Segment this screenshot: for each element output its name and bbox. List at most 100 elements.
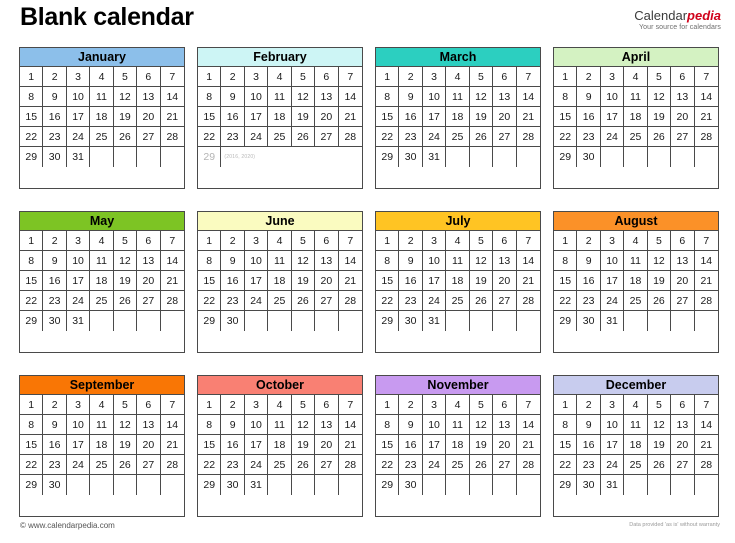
- day-cell[interactable]: 2: [43, 67, 67, 87]
- day-cell[interactable]: 5: [291, 395, 316, 415]
- day-cell[interactable]: 15: [554, 271, 578, 291]
- day-cell[interactable]: 16: [221, 435, 245, 455]
- day-cell[interactable]: 11: [268, 251, 292, 271]
- day-cell[interactable]: 25: [624, 127, 648, 147]
- day-cell[interactable]: 11: [624, 251, 648, 271]
- day-cell[interactable]: 7: [516, 67, 540, 87]
- day-cell[interactable]: 18: [90, 271, 114, 291]
- day-cell[interactable]: 23: [221, 127, 245, 147]
- day-cell[interactable]: 18: [624, 107, 648, 127]
- day-cell[interactable]: 19: [291, 271, 316, 291]
- day-cell[interactable]: 8: [20, 415, 44, 435]
- day-cell[interactable]: 2: [577, 67, 601, 87]
- day-cell[interactable]: 17: [66, 107, 91, 127]
- day-cell[interactable]: 19: [469, 271, 494, 291]
- day-cell[interactable]: 15: [198, 107, 222, 127]
- day-cell[interactable]: 6: [137, 395, 161, 415]
- day-cell[interactable]: 10: [244, 251, 269, 271]
- day-cell[interactable]: 20: [137, 435, 161, 455]
- day-cell[interactable]: 18: [624, 271, 648, 291]
- day-cell[interactable]: 26: [469, 455, 494, 475]
- day-cell[interactable]: 10: [244, 87, 269, 107]
- day-cell[interactable]: 8: [376, 87, 400, 107]
- day-cell[interactable]: 25: [446, 127, 470, 147]
- day-cell[interactable]: 7: [338, 395, 362, 415]
- day-cell[interactable]: 8: [376, 415, 400, 435]
- day-cell[interactable]: 27: [493, 455, 517, 475]
- day-cell[interactable]: 18: [446, 435, 470, 455]
- day-cell[interactable]: 8: [198, 87, 222, 107]
- day-cell[interactable]: 26: [469, 291, 494, 311]
- day-cell[interactable]: 27: [493, 127, 517, 147]
- day-cell[interactable]: 23: [43, 291, 67, 311]
- day-cell[interactable]: 15: [198, 435, 222, 455]
- day-cell[interactable]: 4: [446, 395, 470, 415]
- day-cell[interactable]: 28: [338, 455, 362, 475]
- day-cell[interactable]: 9: [399, 415, 423, 435]
- day-cell[interactable]: 1: [376, 395, 400, 415]
- day-cell[interactable]: 14: [160, 415, 184, 435]
- day-cell[interactable]: 10: [422, 415, 447, 435]
- day-cell[interactable]: 17: [422, 107, 447, 127]
- day-cell[interactable]: 1: [376, 231, 400, 251]
- day-cell[interactable]: 9: [221, 415, 245, 435]
- day-cell[interactable]: 30: [43, 311, 67, 331]
- day-cell[interactable]: 13: [137, 415, 161, 435]
- day-cell[interactable]: 14: [694, 87, 718, 107]
- day-cell[interactable]: 1: [20, 395, 44, 415]
- day-cell[interactable]: 30: [43, 147, 67, 167]
- day-cell[interactable]: 25: [268, 455, 292, 475]
- day-cell[interactable]: 11: [624, 415, 648, 435]
- day-cell[interactable]: 16: [399, 271, 423, 291]
- day-cell[interactable]: 18: [446, 107, 470, 127]
- day-cell[interactable]: 9: [577, 251, 601, 271]
- day-cell[interactable]: 5: [469, 67, 494, 87]
- day-cell[interactable]: 3: [600, 395, 625, 415]
- day-cell[interactable]: 9: [43, 251, 67, 271]
- day-cell[interactable]: 11: [446, 415, 470, 435]
- day-cell[interactable]: 12: [113, 251, 138, 271]
- day-cell[interactable]: 6: [315, 395, 339, 415]
- day-cell[interactable]: 29: [376, 311, 400, 331]
- day-cell[interactable]: 11: [268, 415, 292, 435]
- day-cell[interactable]: 3: [244, 231, 269, 251]
- day-cell[interactable]: 21: [516, 435, 540, 455]
- day-cell[interactable]: 2: [399, 67, 423, 87]
- day-cell[interactable]: 8: [554, 87, 578, 107]
- day-cell[interactable]: 20: [671, 271, 695, 291]
- day-cell[interactable]: 16: [43, 107, 67, 127]
- day-cell[interactable]: 20: [493, 271, 517, 291]
- day-cell[interactable]: 15: [376, 107, 400, 127]
- day-cell[interactable]: 16: [577, 435, 601, 455]
- day-cell[interactable]: 20: [137, 271, 161, 291]
- day-cell[interactable]: 25: [90, 455, 114, 475]
- day-cell[interactable]: 20: [671, 107, 695, 127]
- day-cell[interactable]: 12: [469, 251, 494, 271]
- day-cell[interactable]: 23: [399, 127, 423, 147]
- day-cell[interactable]: 22: [554, 127, 578, 147]
- day-cell[interactable]: 2: [221, 231, 245, 251]
- day-cell[interactable]: 1: [198, 231, 222, 251]
- day-cell[interactable]: 25: [446, 291, 470, 311]
- day-cell[interactable]: 4: [624, 231, 648, 251]
- day-cell[interactable]: 24: [66, 455, 91, 475]
- day-cell[interactable]: 17: [422, 435, 447, 455]
- day-cell[interactable]: 31: [422, 311, 447, 331]
- day-cell[interactable]: 17: [66, 271, 91, 291]
- day-cell[interactable]: 4: [90, 67, 114, 87]
- day-cell[interactable]: 27: [315, 291, 339, 311]
- day-cell[interactable]: 29: [20, 475, 44, 495]
- day-cell[interactable]: 27: [493, 291, 517, 311]
- day-cell[interactable]: 22: [554, 455, 578, 475]
- day-cell[interactable]: 18: [268, 435, 292, 455]
- day-cell[interactable]: 31: [600, 311, 625, 331]
- day-cell[interactable]: 19: [113, 435, 138, 455]
- day-cell[interactable]: 10: [422, 251, 447, 271]
- day-cell[interactable]: 21: [338, 271, 362, 291]
- day-cell[interactable]: 2: [577, 395, 601, 415]
- day-cell[interactable]: 22: [198, 291, 222, 311]
- day-cell[interactable]: 20: [493, 435, 517, 455]
- day-cell[interactable]: 26: [647, 291, 672, 311]
- day-cell[interactable]: 30: [399, 311, 423, 331]
- day-cell[interactable]: 11: [446, 87, 470, 107]
